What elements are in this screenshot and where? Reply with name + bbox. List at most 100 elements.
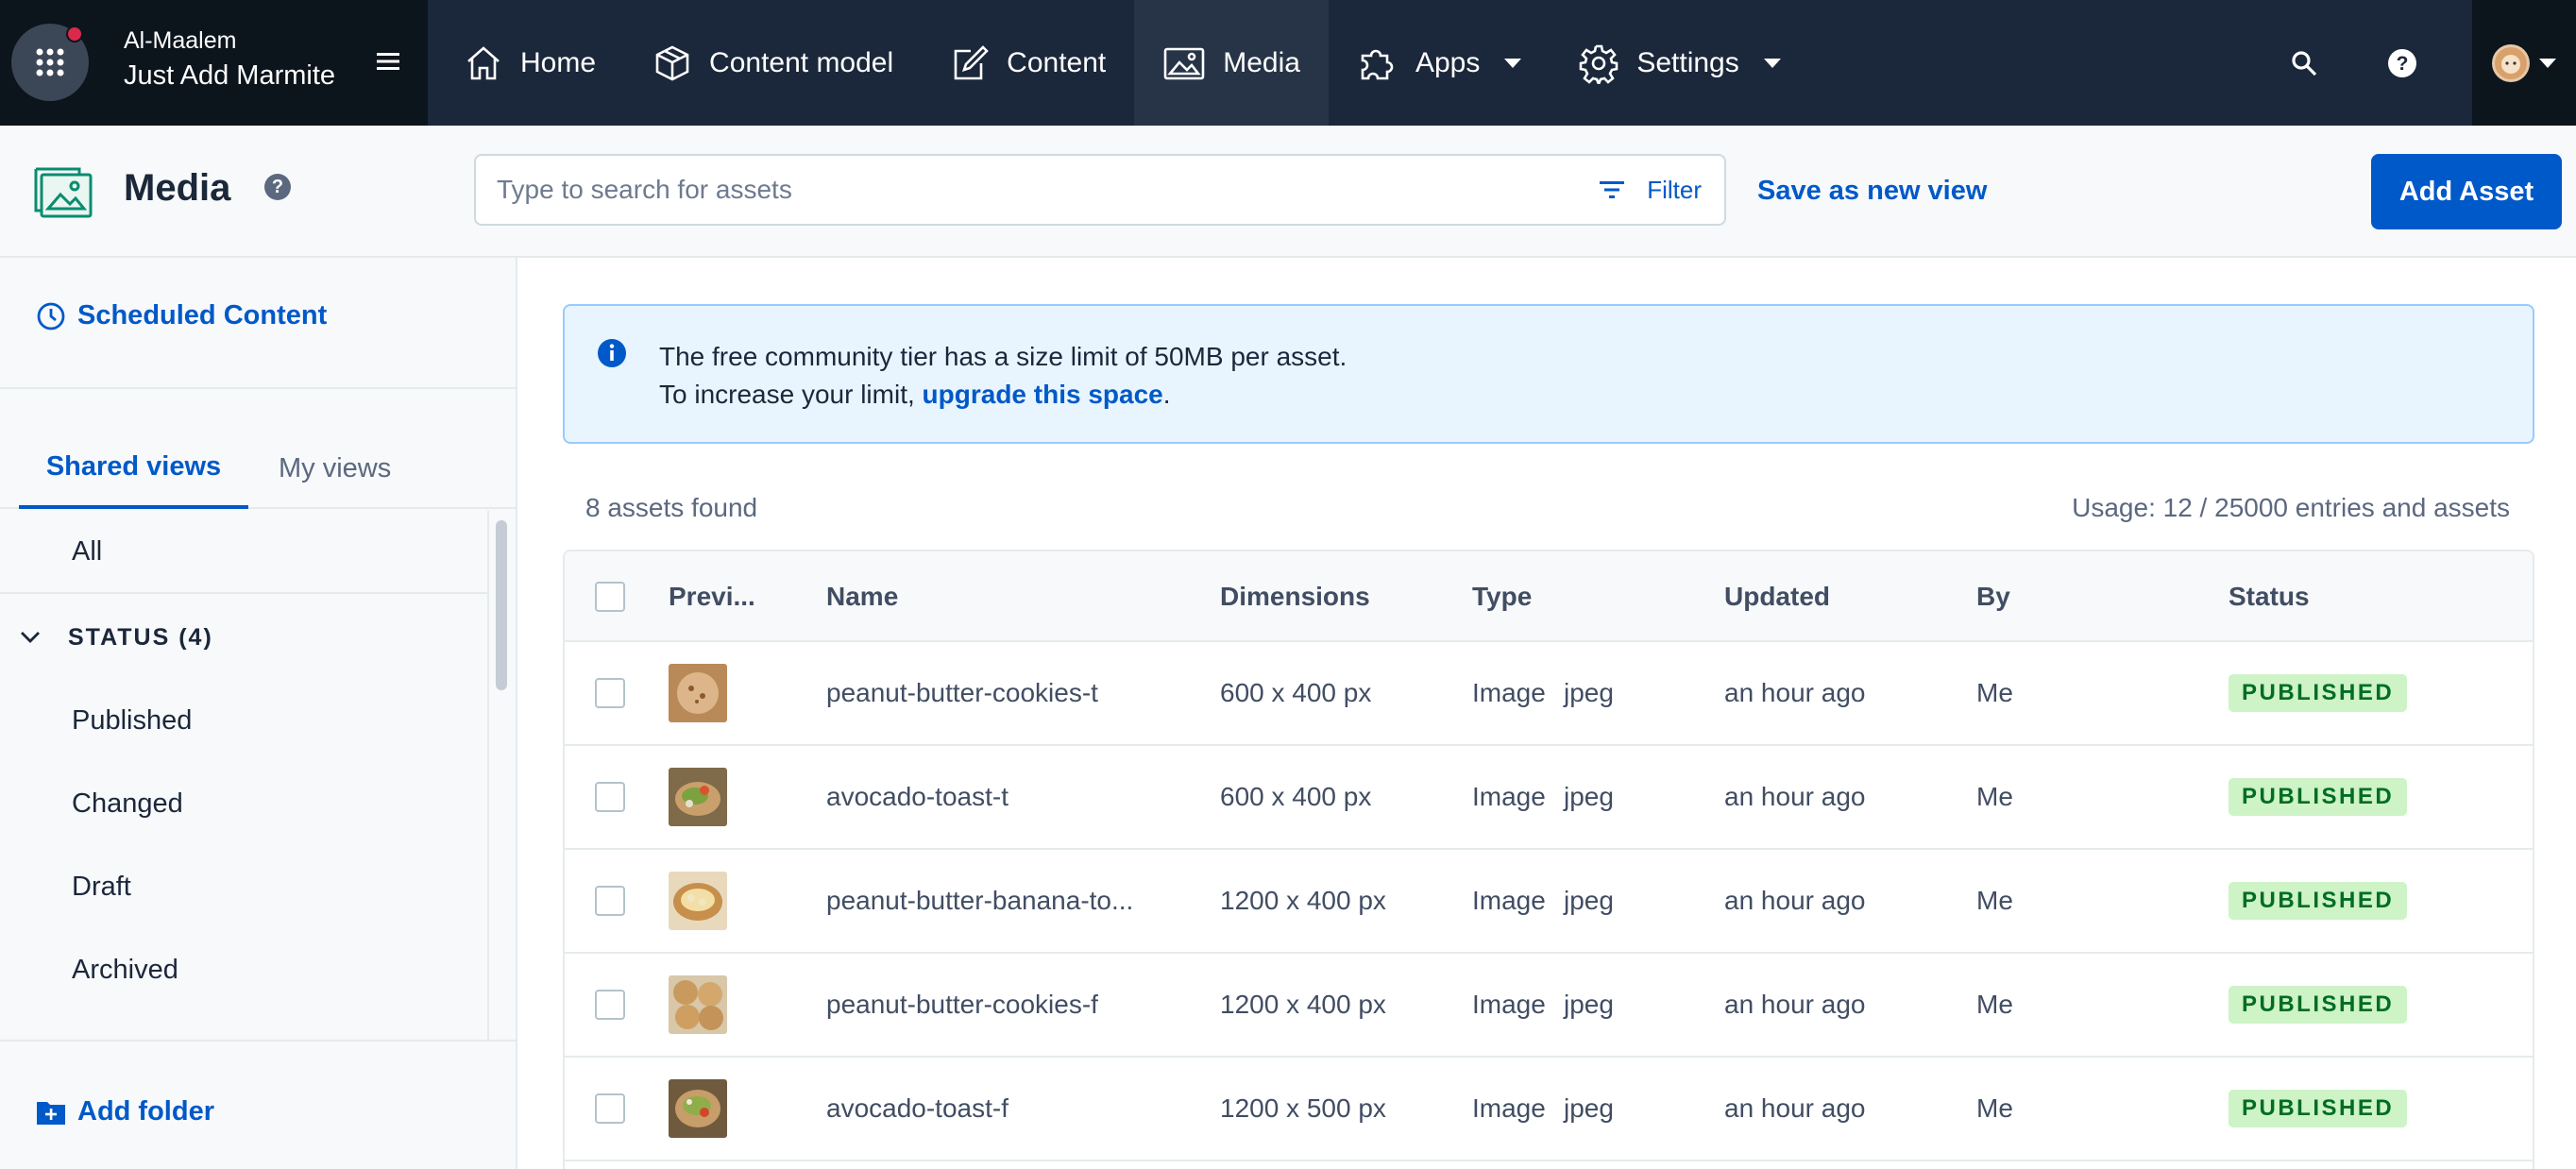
- view-item-all[interactable]: All: [0, 511, 487, 594]
- status-badge: PUBLISHED: [2229, 778, 2408, 816]
- asset-name[interactable]: avocado-toast-f: [826, 1058, 1008, 1160]
- space-switcher[interactable]: Al-Maalem Just Add Marmite: [0, 0, 428, 126]
- help-button[interactable]: ?: [2353, 0, 2451, 126]
- status-badge: PUBLISHED: [2229, 882, 2408, 920]
- asset-type: Image: [1472, 990, 1546, 1019]
- sidebar-scrollbar[interactable]: [487, 511, 516, 1040]
- asset-dimensions: 600 x 400 px: [1220, 678, 1372, 707]
- add-asset-button[interactable]: Add Asset: [2371, 154, 2562, 229]
- asset-format: jpeg: [1564, 782, 1614, 811]
- table-row[interactable]: avocado-toast-t 600 x 400 px Image jpeg …: [565, 746, 2533, 850]
- tab-my-views[interactable]: My views: [279, 428, 391, 509]
- space-name: Just Add Marmite: [124, 60, 336, 91]
- row-checkbox[interactable]: [595, 782, 625, 812]
- nav-apps[interactable]: Apps: [1329, 0, 1550, 126]
- view-item-changed[interactable]: Changed: [0, 762, 487, 845]
- svg-text:?: ?: [2397, 53, 2409, 75]
- nav-media[interactable]: Media: [1134, 0, 1329, 126]
- filter-button[interactable]: Filter: [1598, 156, 1702, 224]
- asset-search: Filter: [474, 154, 1726, 226]
- nav-media-label: Media: [1223, 46, 1300, 78]
- row-checkbox[interactable]: [595, 990, 625, 1020]
- usage-text: Usage: 12 / 25000 entries and assets: [2072, 493, 2510, 522]
- table-row[interactable]: peanut-butter-cookies-f 1200 x 400 px Im…: [565, 954, 2533, 1058]
- nav-content-model[interactable]: Content model: [624, 0, 922, 126]
- column-header-type[interactable]: Type: [1472, 551, 1532, 642]
- select-all-checkbox[interactable]: [595, 582, 625, 612]
- save-as-new-view-button[interactable]: Save as new view: [1757, 176, 1987, 207]
- nav-home[interactable]: Home: [428, 0, 624, 126]
- help-icon[interactable]: ?: [264, 174, 291, 200]
- asset-name[interactable]: avocado-toast-t: [826, 746, 1008, 848]
- column-header-dimensions[interactable]: Dimensions: [1220, 551, 1370, 642]
- sidebar: Scheduled Content Shared views My views …: [0, 258, 517, 1169]
- nav-settings[interactable]: Settings: [1550, 0, 1808, 126]
- row-checkbox[interactable]: [595, 886, 625, 916]
- media-icon: [1163, 47, 1205, 79]
- main-nav: Home Content model Content Media Apps Se…: [428, 0, 1809, 126]
- view-item-published[interactable]: Published: [0, 679, 487, 762]
- asset-name[interactable]: peanut-butter-cookies-f: [826, 954, 1098, 1056]
- table-row[interactable]: peanut-butter-cookies-t 600 x 400 px Ima…: [565, 642, 2533, 746]
- asset-type: Image: [1472, 886, 1546, 915]
- grid-icon: [36, 48, 64, 76]
- column-header-updated[interactable]: Updated: [1724, 551, 1830, 642]
- divider: [0, 1040, 517, 1042]
- notice-line-2-suffix: .: [1162, 380, 1171, 409]
- asset-type: Image: [1472, 1093, 1546, 1123]
- nav-content[interactable]: Content: [922, 0, 1134, 126]
- table-row[interactable]: avocado-toast-f 1200 x 500 px Image jpeg…: [565, 1058, 2533, 1161]
- search-input[interactable]: [497, 156, 1535, 224]
- notice-line-1: The free community tier has a size limit…: [659, 342, 1347, 371]
- status-group-toggle[interactable]: STATUS (4): [0, 596, 487, 679]
- view-item-draft[interactable]: Draft: [0, 845, 487, 928]
- asset-dimensions: 1200 x 400 px: [1220, 990, 1386, 1019]
- row-checkbox[interactable]: [595, 1093, 625, 1124]
- chevron-down-icon: [1763, 58, 1781, 68]
- view-item-archived[interactable]: Archived: [0, 928, 487, 1011]
- column-header-name[interactable]: Name: [826, 551, 898, 642]
- row-checkbox[interactable]: [595, 678, 625, 708]
- scheduled-content-link[interactable]: Scheduled Content: [36, 300, 327, 331]
- help-icon: ?: [2388, 48, 2416, 77]
- add-folder-label: Add folder: [77, 1096, 214, 1127]
- column-header-preview: Previ...: [669, 582, 755, 611]
- account-menu[interactable]: [2472, 0, 2576, 126]
- assets-found-count: 8 assets found: [585, 493, 758, 522]
- search-icon: [2292, 50, 2317, 76]
- asset-author: Me: [1976, 886, 2013, 915]
- scheduled-content-label: Scheduled Content: [77, 300, 328, 330]
- filter-icon: [1600, 181, 1625, 198]
- gear-icon: [1580, 44, 1618, 84]
- asset-name[interactable]: peanut-butter-cookies-t: [826, 642, 1098, 744]
- size-limit-notice: The free community tier has a size limit…: [563, 304, 2534, 444]
- scrollbar-thumb[interactable]: [496, 520, 507, 690]
- tab-shared-views[interactable]: Shared views: [19, 428, 248, 509]
- asset-author: Me: [1976, 782, 2013, 811]
- column-header-status[interactable]: Status: [2229, 551, 2310, 642]
- hamburger-menu-icon[interactable]: [374, 47, 402, 76]
- asset-format: jpeg: [1564, 678, 1614, 707]
- view-tabs: Shared views My views: [0, 428, 517, 509]
- table-row[interactable]: peanut-butter-banana-to... 1200 x 400 px…: [565, 850, 2533, 954]
- content-model-icon: [655, 45, 689, 80]
- nav-home-label: Home: [520, 46, 597, 78]
- assets-table: Previ... Name Dimensions Type Updated By…: [563, 550, 2534, 1169]
- upgrade-space-link[interactable]: upgrade this space: [923, 380, 1163, 409]
- app-launcher-button[interactable]: [11, 24, 89, 101]
- asset-updated: an hour ago: [1724, 1093, 1866, 1123]
- search-button[interactable]: [2255, 0, 2353, 126]
- filter-label: Filter: [1647, 175, 1702, 204]
- asset-type: Image: [1472, 782, 1546, 811]
- asset-name[interactable]: peanut-butter-banana-to...: [826, 850, 1133, 952]
- status-badge: PUBLISHED: [2229, 1090, 2408, 1127]
- clock-icon: [37, 302, 65, 330]
- add-folder-button[interactable]: Add folder: [36, 1096, 214, 1127]
- top-navigation-bar: Al-Maalem Just Add Marmite Home Content …: [0, 0, 2576, 126]
- divider: [0, 387, 517, 389]
- nav-content-label: Content: [1007, 46, 1107, 78]
- asset-dimensions: 1200 x 500 px: [1220, 1093, 1386, 1123]
- asset-updated: an hour ago: [1724, 782, 1866, 811]
- chevron-down-icon: [1504, 58, 1522, 68]
- column-header-by[interactable]: By: [1976, 551, 2010, 642]
